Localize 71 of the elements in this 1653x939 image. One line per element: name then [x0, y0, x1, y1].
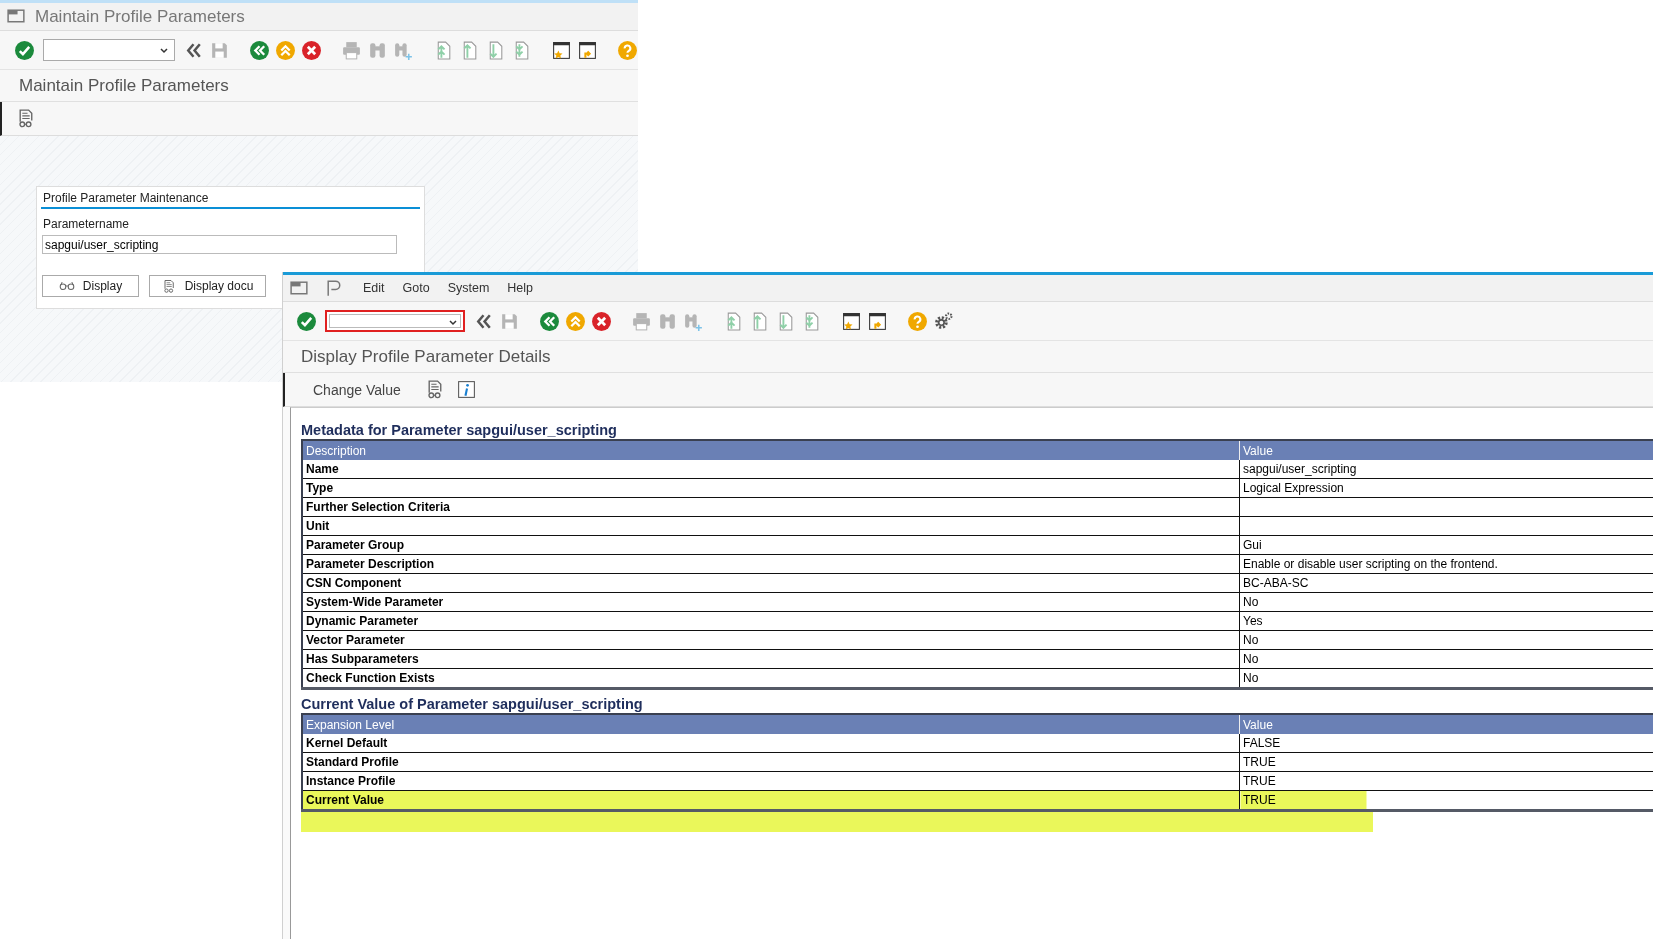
section-title: Current Value of Parameter sapgui/user_scripting	[301, 695, 644, 713]
shortcut-icon[interactable]	[577, 39, 598, 61]
section-title: Metadata for Parameter sapgui/user_scripting	[301, 421, 618, 439]
exit-icon[interactable]	[565, 310, 586, 332]
row-label: Current Value	[302, 790, 1240, 811]
row-label: CSN Component	[302, 573, 1240, 593]
cancel-icon[interactable]	[301, 39, 322, 61]
help-icon[interactable]	[617, 39, 638, 61]
row-label: Parameter Group	[302, 535, 1240, 555]
enter-icon[interactable]	[296, 310, 317, 332]
value-cell: BC-ABA-SC	[1239, 573, 1653, 593]
caret-icon	[448, 318, 458, 328]
screen-title: Display Profile Parameter Details	[301, 346, 551, 367]
menu-item[interactable]: Help	[507, 281, 534, 295]
row-label: System-Wide Parameter	[302, 592, 1240, 612]
value-cell: No	[1239, 649, 1653, 669]
menu-item[interactable]: Goto	[402, 281, 430, 295]
row-label: Type	[302, 478, 1240, 498]
group-title: Profile Parameter Maintenance	[41, 189, 420, 209]
column-header: Value	[1239, 714, 1653, 734]
row-label: Parameter Description	[302, 554, 1240, 574]
back-icon[interactable]	[249, 39, 270, 61]
shortcut-icon[interactable]	[867, 310, 888, 332]
screen-title: Maintain Profile Parameters	[19, 75, 229, 96]
glasses-icon	[58, 281, 75, 291]
value-cell: TRUE	[1239, 771, 1653, 791]
back-icon[interactable]	[539, 310, 560, 332]
document-glasses-icon	[161, 278, 177, 294]
cancel-icon[interactable]	[591, 310, 612, 332]
field-label: Parametername	[43, 217, 131, 231]
enter-icon[interactable]	[14, 39, 35, 61]
row-label: Further Selection Criteria	[302, 497, 1240, 517]
command-field[interactable]	[43, 39, 175, 61]
row-label: Vector Parameter	[302, 630, 1240, 650]
new-session-icon[interactable]	[551, 39, 572, 61]
display-button[interactable]: Display	[42, 275, 139, 297]
value-cell: Logical Expression	[1239, 478, 1653, 498]
row-label: Dynamic Parameter	[302, 611, 1240, 631]
value-cell: FALSE	[1239, 734, 1653, 753]
input-field[interactable]: sapgui/user_scripting	[42, 235, 397, 254]
value-cell: No	[1239, 630, 1653, 650]
command-field[interactable]	[325, 310, 465, 332]
value-cell: No	[1239, 668, 1653, 689]
column-header: Description	[302, 440, 1240, 460]
menu-item[interactable]: Edit	[363, 281, 385, 295]
display-docu-button[interactable]: Display docu	[149, 275, 266, 297]
row-label: Has Subparameters	[302, 649, 1240, 669]
info-icon[interactable]	[455, 379, 477, 400]
value-cell: Yes	[1239, 611, 1653, 631]
value-cell: Enable or disable user scripting on the frontend.	[1239, 554, 1653, 574]
row-label: Name	[302, 460, 1240, 479]
row-label: Unit	[302, 516, 1240, 536]
value-cell: sapgui/user_scripting	[1239, 460, 1653, 479]
menu-item[interactable]: System	[447, 281, 490, 295]
value-cell: TRUE	[1239, 790, 1653, 811]
new-session-icon[interactable]	[841, 310, 862, 332]
column-header: Expansion Level	[302, 714, 1240, 734]
caret-icon	[159, 46, 169, 56]
settings-icon[interactable]	[933, 310, 954, 332]
row-label: Check Function Exists	[302, 668, 1240, 689]
row-label: Instance Profile	[302, 771, 1240, 791]
column-header: Value	[1239, 440, 1653, 460]
change-value-button[interactable]: Change Value	[301, 379, 415, 400]
help-icon[interactable]	[907, 310, 928, 332]
row-label: Kernel Default	[302, 734, 1240, 753]
value-cell: TRUE	[1239, 752, 1653, 772]
row-label: Standard Profile	[302, 752, 1240, 772]
exit-icon[interactable]	[275, 39, 296, 61]
value-cell: Gui	[1239, 535, 1653, 555]
window-title: Maintain Profile Parameters	[35, 6, 245, 27]
value-cell: No	[1239, 592, 1653, 612]
